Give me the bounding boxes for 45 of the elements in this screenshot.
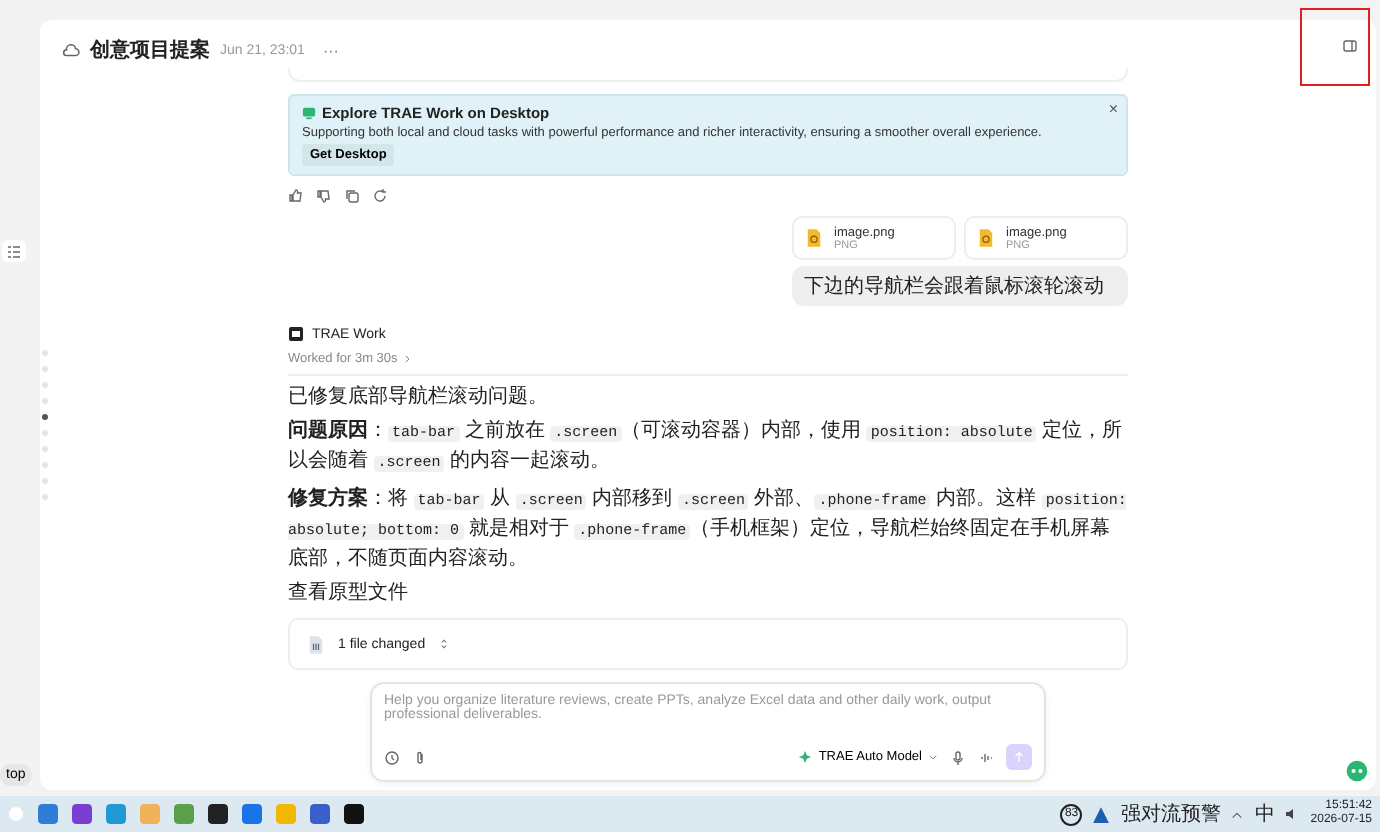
weather-alert[interactable]: 强对流预警 bbox=[1120, 800, 1221, 828]
conversation-title: 创意项目提案 bbox=[90, 36, 210, 64]
like-button[interactable] bbox=[288, 188, 304, 204]
list-icon bbox=[6, 243, 22, 259]
outline-button[interactable] bbox=[2, 240, 26, 262]
attach-button[interactable] bbox=[412, 749, 428, 765]
waveform-icon bbox=[978, 749, 994, 765]
input-method[interactable]: 中 bbox=[1254, 800, 1275, 828]
voice-button[interactable] bbox=[978, 749, 994, 765]
answer-paragraph: 查看原型文件 bbox=[288, 580, 410, 606]
answer-paragraph: 已修复底部导航栏滚动问题。 bbox=[288, 384, 550, 410]
copy-button[interactable] bbox=[344, 188, 360, 204]
retry-button[interactable] bbox=[372, 188, 388, 204]
panel-toggle-button[interactable] bbox=[1342, 38, 1358, 54]
warning-icon bbox=[1092, 805, 1111, 823]
dislike-button[interactable] bbox=[316, 188, 332, 204]
thumbs-up-icon bbox=[288, 188, 304, 204]
thumbs-down-icon bbox=[316, 188, 332, 204]
assistant-face-icon bbox=[1346, 760, 1368, 782]
paperclip-icon bbox=[412, 749, 428, 765]
image-file-icon bbox=[804, 226, 824, 250]
copy-icon bbox=[344, 188, 360, 204]
mic-button[interactable] bbox=[950, 749, 966, 765]
agent-logo-icon bbox=[288, 326, 304, 342]
document-icon bbox=[306, 633, 326, 655]
cloud-icon bbox=[62, 41, 80, 59]
more-button[interactable]: ··· bbox=[314, 41, 347, 59]
history-button[interactable] bbox=[384, 749, 400, 765]
expand-icon bbox=[437, 638, 450, 650]
clock-icon bbox=[384, 749, 400, 765]
chevron-down-icon bbox=[928, 752, 938, 762]
image-file-icon bbox=[976, 226, 996, 250]
microphone-icon bbox=[950, 749, 966, 765]
chevron-right-icon bbox=[401, 354, 412, 364]
highlight-frame bbox=[1300, 8, 1370, 86]
scroll-dot[interactable] bbox=[42, 414, 48, 420]
monitor-icon bbox=[302, 106, 316, 120]
start-icon bbox=[8, 804, 24, 824]
arrow-up-icon bbox=[1012, 750, 1026, 764]
user-message: 下边的导航栏会跟着鼠标滚轮滚动 bbox=[792, 266, 1128, 306]
chevron-up-icon bbox=[1230, 807, 1245, 821]
close-button[interactable]: × bbox=[1108, 100, 1118, 118]
sparkle-icon bbox=[798, 750, 813, 764]
panel-icon bbox=[1342, 38, 1358, 54]
refresh-icon bbox=[372, 188, 388, 204]
